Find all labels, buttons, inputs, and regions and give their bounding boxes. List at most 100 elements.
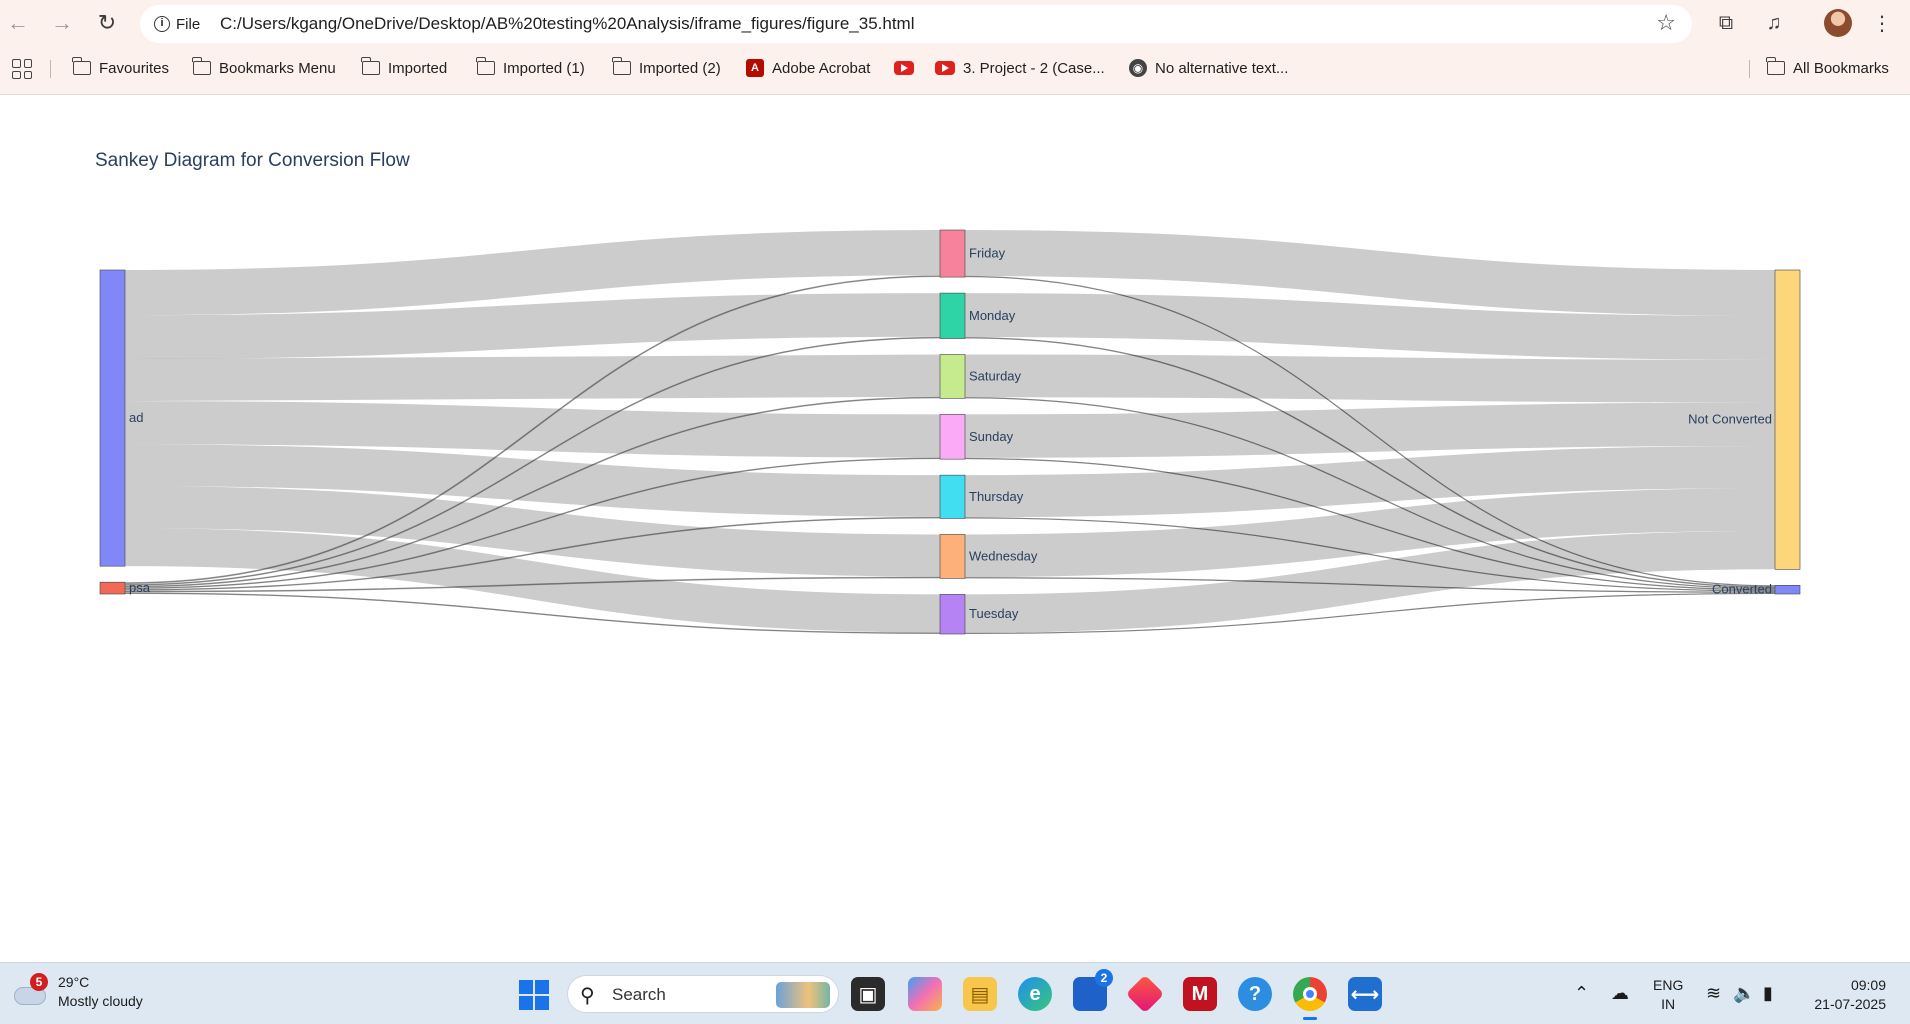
link-ad-to-monday[interactable] [124,293,941,359]
bookmark-imported-1[interactable]: Imported (1) [476,57,585,79]
show-hidden-icons[interactable]: ⌃ [1574,983,1589,1004]
app-diamond-icon[interactable] [1125,974,1165,1014]
file-explorer-icon[interactable]: ▤ [963,977,997,1011]
bookmark-imported[interactable]: Imported [361,57,448,79]
clock-time: 09:09 [1850,977,1886,993]
back-icon[interactable]: ← [4,9,32,37]
info-icon: i [154,16,170,32]
node-ad[interactable] [99,269,126,567]
address-bar[interactable]: i File C:/Users/kgang/OneDrive/Desktop/A… [140,5,1692,43]
clock[interactable]: 09:09 21-07-2025 [1806,976,1886,1014]
node-not-converted[interactable] [1774,269,1801,570]
mcafee-icon[interactable]: M [1183,977,1217,1011]
node-label-tuesday: Tuesday [969,606,1019,621]
bookmark-adobe-acrobat[interactable]: A Adobe Acrobat [746,57,870,79]
node-label-monday: Monday [969,308,1016,323]
node-label-ad: ad [129,410,143,425]
link-saturday-to-not-converted[interactable] [964,354,1776,403]
node-label-thursday: Thursday [969,489,1024,504]
page-content: Sankey Diagram for Conversion Flow ad psa… [0,96,1910,958]
bookmark-label: Bookmarks Menu [219,59,336,77]
node-wednesday[interactable] [939,534,966,579]
weather-description: Mostly cloudy [58,993,143,1009]
bookmark-youtube[interactable] [894,57,914,79]
folder-icon [361,57,380,75]
url-text[interactable]: C:/Users/kgang/OneDrive/Desktop/AB%20tes… [220,14,915,34]
wifi-icon[interactable]: ≋ [1706,983,1721,1004]
all-bookmarks-button[interactable]: All Bookmarks [1766,57,1889,79]
site-chip-label: File [176,15,201,33]
clock-date: 21-07-2025 [1814,996,1886,1012]
battery-icon[interactable]: ▮ [1763,983,1773,1004]
task-view-icon[interactable]: ▣ [851,977,885,1011]
search-label: Search [612,985,666,1004]
bookmark-label: Imported (2) [639,59,721,77]
node-friday[interactable] [939,229,966,278]
get-help-icon[interactable]: ? [1238,977,1272,1011]
folder-icon [476,57,495,75]
link-monday-to-not-converted[interactable] [964,293,1776,360]
adobe-acrobat-icon: A [746,59,764,77]
search-icon: ⚲ [580,985,595,1007]
bookmark-favourites[interactable]: Favourites [72,57,170,79]
folder-icon [612,57,631,75]
sankey-diagram: ad psa Friday Monday Saturday Sunday Thursday W… [99,229,1801,635]
windows-start-icon[interactable] [519,980,549,1010]
bookmark-star-icon[interactable]: ☆ [1656,10,1676,36]
region-code: IN [1661,996,1676,1012]
bookmarks-separator [1749,60,1750,78]
apps-grid-icon[interactable] [12,59,32,79]
language-indicator[interactable]: ENG IN [1653,976,1683,1014]
node-tuesday[interactable] [939,594,966,635]
node-label-saturday: Saturday [969,368,1022,383]
bookmark-label: 3. Project - 2 (Case... [963,59,1105,77]
youtube-icon [935,61,955,75]
link-ad-to-saturday[interactable] [124,354,941,402]
folder-icon [1766,57,1785,75]
onedrive-icon[interactable]: ☁ [1611,983,1629,1004]
node-label-not-converted: Not Converted [1688,412,1772,427]
bookmark-label: Adobe Acrobat [772,59,871,77]
copilot-icon[interactable] [908,977,942,1011]
taskbar-search[interactable]: ⚲ Search [567,975,839,1013]
temperature: 29°C [58,974,90,990]
search-highlight-image [776,982,830,1008]
node-label-friday: Friday [969,246,1006,261]
extensions-icon[interactable]: ⧉ [1712,9,1740,37]
weather-badge: 5 [30,973,48,991]
media-controls-icon[interactable]: ♫ [1760,9,1788,37]
bookmarks-bar: Favourites Bookmarks Menu Imported Impor… [0,52,1910,84]
bookmarks-separator [50,60,51,78]
edge-browser-icon[interactable]: e [1018,977,1052,1011]
bookmark-project-2[interactable]: 3. Project - 2 (Case... [935,57,1105,79]
site-info-chip[interactable]: i File [146,10,210,38]
node-sunday[interactable] [939,414,966,460]
youtube-icon [894,61,914,75]
microsoft-store-icon[interactable]: 2 [1073,969,1113,1011]
vscode-icon[interactable]: ⟷ [1348,977,1382,1011]
bookmark-bookmarks-menu[interactable]: Bookmarks Menu [192,57,336,79]
bookmark-label: Imported [388,59,448,77]
reload-icon[interactable]: ↻ [93,9,121,37]
node-thursday[interactable] [939,474,966,519]
node-label-sunday: Sunday [969,429,1014,444]
bookmark-imported-2[interactable]: Imported (2) [612,57,721,79]
forward-icon[interactable]: → [48,9,76,37]
bookmark-no-alt-text[interactable]: ◉ No alternative text... [1129,57,1288,79]
windows-taskbar: 5 29°C Mostly cloudy ⚲ Search ▣ ▤ e 2 M … [0,962,1910,1024]
bookmark-label: No alternative text... [1155,59,1289,77]
bookmark-label: Imported (1) [503,59,585,77]
node-label-wednesday: Wednesday [969,548,1038,563]
node-psa[interactable] [99,581,126,595]
node-monday[interactable] [939,292,966,339]
node-saturday[interactable] [939,354,966,399]
bookmark-label: Favourites [99,59,170,77]
folder-icon [192,57,211,75]
menu-kebab-icon[interactable]: ⋮ [1868,9,1896,37]
node-converted[interactable] [1774,585,1801,595]
link-sunday-to-not-converted[interactable] [964,402,1776,458]
profile-avatar[interactable] [1824,9,1852,37]
weather-widget[interactable]: 5 29°C Mostly cloudy [12,973,143,1011]
chrome-icon[interactable] [1293,977,1327,1020]
volume-icon[interactable]: 🔈 [1733,983,1755,1004]
